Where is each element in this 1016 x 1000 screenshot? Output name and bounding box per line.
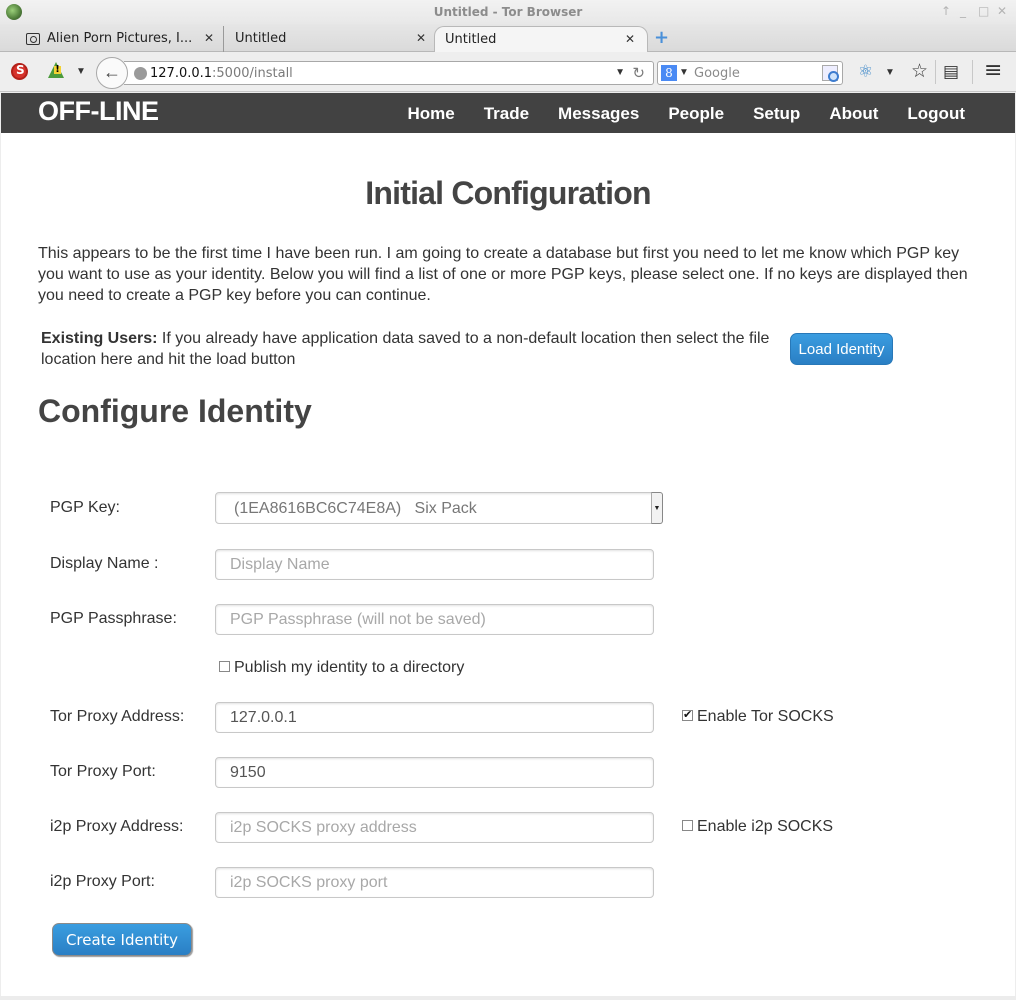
i2p-proxy-address-input[interactable]	[215, 812, 654, 843]
tab-alien-porn-pictures[interactable]: Alien Porn Pictures, I... ✕	[0, 26, 224, 52]
google-engine-icon[interactable]: 8	[661, 65, 677, 81]
pgp-passphrase-label: PGP Passphrase:	[50, 610, 177, 627]
pgp-passphrase-input[interactable]	[215, 604, 654, 635]
bookmark-star-icon[interactable]: ☆	[911, 60, 928, 82]
globe-icon	[134, 67, 147, 80]
enable-tor-socks-label: Enable Tor SOCKS	[697, 708, 834, 725]
publish-identity-checkbox[interactable]	[219, 661, 230, 672]
hamburger-menu-icon[interactable]: ≡	[984, 58, 1002, 83]
page-title: Initial Configuration	[365, 175, 651, 211]
toolbar-separator	[972, 60, 973, 84]
search-go-icon[interactable]	[822, 65, 839, 82]
enable-tor-socks-checkbox[interactable]	[682, 708, 693, 721]
tor-proxy-port-input[interactable]	[215, 757, 654, 788]
tab-untitled-1[interactable]: Untitled ✕	[224, 26, 434, 52]
tor-proxy-address-input[interactable]	[215, 702, 654, 733]
url-history-dropdown-icon[interactable]: ▼	[615, 67, 625, 78]
publish-identity-label: Publish my identity to a directory	[234, 659, 465, 676]
close-tab-icon[interactable]: ✕	[416, 31, 426, 45]
reload-icon[interactable]: ↻	[632, 64, 645, 82]
tor-proxy-address-label: Tor Proxy Address:	[50, 708, 185, 725]
nav-people[interactable]: People	[668, 104, 724, 124]
tab-label: Untitled	[235, 31, 287, 46]
tor-onion-icon[interactable]	[48, 62, 64, 78]
tab-label: Untitled	[445, 32, 497, 47]
nav-setup[interactable]: Setup	[753, 104, 800, 124]
nav-messages[interactable]: Messages	[558, 104, 639, 124]
i2p-proxy-port-label: i2p Proxy Port:	[50, 873, 155, 890]
nav-logout[interactable]: Logout	[907, 104, 965, 124]
window-bottom-border	[0, 996, 1016, 1000]
bookmarks-menu-icon[interactable]: ▤	[943, 62, 959, 82]
pgp-key-label: PGP Key:	[50, 499, 120, 516]
nav-trade[interactable]: Trade	[484, 104, 529, 124]
i2p-proxy-address-label: i2p Proxy Address:	[50, 818, 184, 835]
load-identity-button[interactable]: Load Identity	[790, 333, 893, 365]
tor-button-caret-icon[interactable]: ▼	[885, 67, 895, 78]
dropdown-arrow-icon[interactable]: ▼	[651, 492, 663, 524]
noscript-icon[interactable]	[11, 63, 28, 80]
window-minimize-icon[interactable]: _	[960, 4, 966, 18]
enable-i2p-socks-label: Enable i2p SOCKS	[697, 818, 834, 835]
i2p-proxy-port-input[interactable]	[215, 867, 654, 898]
search-bar[interactable]: 8 ▼ Google	[657, 61, 843, 85]
create-identity-button[interactable]: Create Identity	[52, 923, 192, 956]
display-name-label: Display Name :	[50, 555, 159, 572]
site-nav-links: Home Trade Messages People Setup About L…	[378, 104, 965, 124]
engine-dropdown-icon[interactable]: ▼	[679, 67, 689, 78]
onion-menu-caret-icon[interactable]: ▼	[76, 66, 86, 77]
url-bar[interactable]: 127.0.0.1:5000/install ▼ ↻	[124, 61, 654, 85]
close-tab-icon[interactable]: ✕	[204, 31, 214, 45]
pgp-key-selected-value: (1EA8616BC6C74E8A) Six Pack	[234, 500, 477, 517]
window-raise-icon[interactable]: ↑	[941, 4, 951, 18]
site-navbar: OFF-LINE Home Trade Messages People Setu…	[1, 93, 1015, 133]
navigation-toolbar: ▼ 127.0.0.1:5000/install ▼ ↻ ← 8 ▼ Googl…	[0, 52, 1016, 92]
tab-untitled-active[interactable]: Untitled ✕	[434, 26, 648, 53]
window-titlebar: Untitled - Tor Browser ↑ _ □ ✕	[0, 0, 1016, 24]
tab-label: Alien Porn Pictures, I...	[47, 31, 193, 46]
back-button[interactable]: ←	[96, 57, 128, 89]
tor-button-icon[interactable]: ⚛	[858, 62, 873, 82]
new-tab-button[interactable]: +	[654, 27, 669, 48]
window-title: Untitled - Tor Browser	[433, 5, 583, 19]
existing-users-note: Existing Users: If you already have appl…	[41, 328, 781, 370]
display-name-input[interactable]	[215, 549, 654, 580]
page-content: OFF-LINE Home Trade Messages People Setu…	[1, 93, 1015, 996]
toolbar-separator	[935, 60, 936, 84]
tor-proxy-port-label: Tor Proxy Port:	[50, 763, 156, 780]
enable-i2p-socks-checkbox[interactable]	[682, 820, 693, 831]
window-close-icon[interactable]: ✕	[997, 4, 1007, 18]
nav-about[interactable]: About	[829, 104, 878, 124]
section-title: Configure Identity	[38, 393, 312, 429]
nav-home[interactable]: Home	[407, 104, 454, 124]
url-text[interactable]: 127.0.0.1:5000/install	[150, 66, 293, 81]
close-tab-icon[interactable]: ✕	[625, 32, 635, 46]
photo-icon	[26, 33, 40, 45]
search-placeholder: Google	[694, 66, 740, 81]
window-maximize-icon[interactable]: □	[978, 4, 989, 18]
existing-users-heading: Existing Users:	[41, 330, 158, 347]
site-brand[interactable]: OFF-LINE	[38, 96, 159, 127]
pgp-key-select[interactable]: (1EA8616BC6C74E8A) Six Pack ▼	[215, 492, 663, 524]
tab-strip: Alien Porn Pictures, I... ✕ Untitled ✕ U…	[0, 24, 1016, 53]
intro-text: This appears to be the first time I have…	[38, 245, 968, 304]
